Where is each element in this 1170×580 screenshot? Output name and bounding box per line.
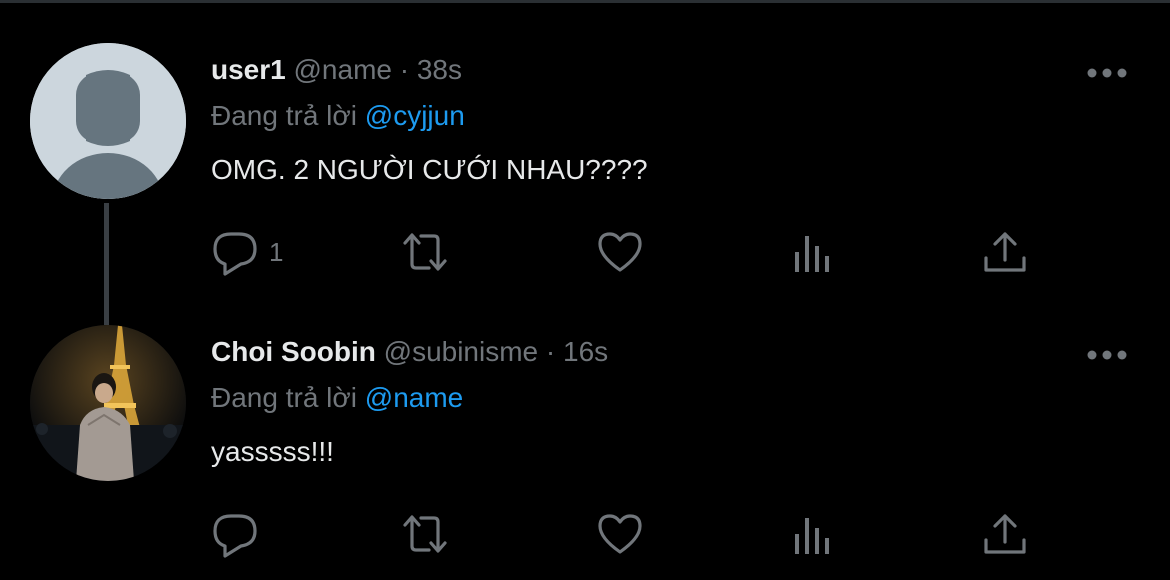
avatar-user1[interactable] bbox=[30, 43, 186, 199]
like-button[interactable] bbox=[596, 509, 644, 559]
more-options-button[interactable] bbox=[1086, 345, 1128, 365]
share-icon bbox=[984, 514, 1026, 554]
default-avatar-icon bbox=[30, 43, 186, 199]
reply-count: 1 bbox=[269, 236, 284, 267]
analytics-button[interactable] bbox=[789, 509, 837, 559]
analytics-icon bbox=[795, 518, 829, 554]
reply-mention-link[interactable]: @name bbox=[365, 382, 463, 413]
display-name[interactable]: user1 bbox=[211, 54, 286, 85]
tweet-thread: user1 @name · 38s Đang trả lời @cyjjun O… bbox=[0, 0, 1170, 580]
like-icon bbox=[598, 232, 642, 272]
retweet-button[interactable] bbox=[401, 227, 449, 277]
more-dots-icon bbox=[1087, 350, 1127, 360]
avatar-choi-soobin[interactable] bbox=[30, 325, 186, 481]
retweet-button[interactable] bbox=[401, 509, 449, 559]
tweet-header: Choi Soobin @subinisme · 16s bbox=[211, 335, 608, 369]
more-dots-icon bbox=[1087, 68, 1127, 78]
reply-context: Đang trả lời @name bbox=[211, 381, 463, 415]
tweet-actions-bar bbox=[211, 509, 1051, 559]
retweet-icon bbox=[403, 233, 447, 271]
reply-icon bbox=[213, 514, 257, 558]
share-button[interactable] bbox=[981, 509, 1029, 559]
like-button[interactable] bbox=[596, 227, 644, 277]
reply-icon bbox=[213, 232, 257, 276]
like-icon bbox=[598, 514, 642, 554]
reply-prefix-label: Đang trả lời bbox=[211, 100, 357, 131]
tweet-timestamp[interactable]: 16s bbox=[563, 336, 608, 367]
analytics-icon bbox=[795, 236, 829, 272]
retweet-icon bbox=[403, 515, 447, 553]
share-button[interactable] bbox=[981, 227, 1029, 277]
tweet-text: yasssss!!! bbox=[211, 436, 334, 467]
reply-button[interactable] bbox=[211, 509, 269, 559]
separator-dot: · bbox=[545, 336, 556, 367]
analytics-button[interactable] bbox=[789, 227, 837, 277]
reply-button[interactable]: 1 bbox=[211, 227, 283, 277]
tweet-header: user1 @name · 38s bbox=[211, 53, 462, 87]
reply-context: Đang trả lời @cyjjun bbox=[211, 99, 465, 133]
user-handle[interactable]: @subinisme bbox=[384, 336, 538, 367]
separator-dot: · bbox=[399, 54, 410, 85]
profile-photo-image bbox=[30, 325, 186, 481]
more-options-button[interactable] bbox=[1086, 63, 1128, 83]
reply-prefix-label: Đang trả lời bbox=[211, 382, 357, 413]
tweet-timestamp[interactable]: 38s bbox=[417, 54, 462, 85]
display-name[interactable]: Choi Soobin bbox=[211, 336, 376, 367]
tweet-text: OMG. 2 NGƯỜI CƯỚI NHAU???? bbox=[211, 154, 648, 185]
reply-mention-link[interactable]: @cyjjun bbox=[365, 100, 465, 131]
user-handle[interactable]: @name bbox=[294, 54, 392, 85]
share-icon bbox=[984, 232, 1026, 272]
tweet-actions-bar: 1 bbox=[211, 227, 1051, 277]
thread-connector-line bbox=[104, 203, 109, 325]
